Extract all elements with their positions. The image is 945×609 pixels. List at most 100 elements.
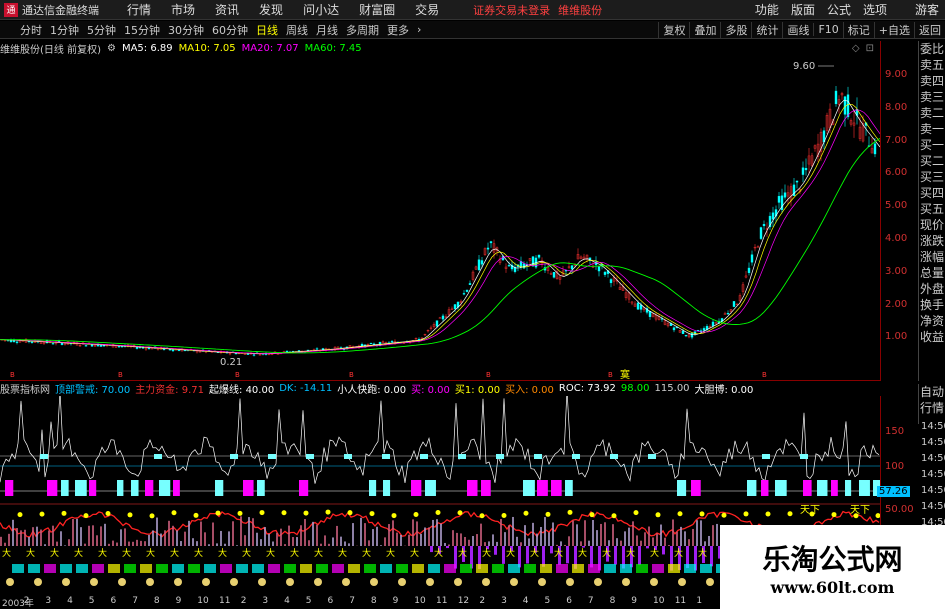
- menu-options[interactable]: 选项: [857, 1, 893, 18]
- settings-gear-icon[interactable]: ⚙: [107, 43, 116, 54]
- sidebar-quote-item[interactable]: 买二: [919, 153, 945, 169]
- volume-bar: [204, 532, 206, 546]
- coin-icon: [6, 578, 14, 586]
- expand-icon[interactable]: ⊡: [866, 43, 874, 54]
- period-daily[interactable]: 日线: [252, 22, 282, 38]
- period-monthly[interactable]: 月线: [312, 22, 342, 38]
- low-price-label: 0.21: [220, 357, 242, 368]
- volume-bar: [716, 523, 718, 546]
- overlay-button[interactable]: 叠加: [689, 21, 720, 38]
- coin-icon: [286, 578, 294, 586]
- volume-bar: [120, 529, 122, 546]
- signal-glyph: 大: [314, 547, 323, 559]
- fund-dot: [369, 511, 375, 517]
- signal-marker: B: [486, 371, 491, 379]
- add-watchlist-button[interactable]: +自选: [873, 21, 914, 38]
- menu-quotes[interactable]: 行情: [117, 1, 161, 18]
- sidebar-quote-item[interactable]: 收益: [919, 329, 945, 345]
- volume-bar: [632, 521, 634, 546]
- menu-news[interactable]: 资讯: [205, 1, 249, 18]
- back-button[interactable]: 返回: [914, 21, 945, 38]
- volume-bar: [24, 529, 26, 546]
- volume-bar: [608, 540, 610, 546]
- sidebar-auto-item[interactable]: 自动: [919, 384, 945, 400]
- volume-bar: [432, 519, 434, 546]
- candle-body: [468, 283, 472, 285]
- mark-button[interactable]: 标记: [842, 21, 874, 38]
- signal-block: [636, 564, 648, 573]
- sidebar-quote-item[interactable]: 卖一: [919, 121, 945, 137]
- period-timeshare[interactable]: 分时: [16, 22, 46, 38]
- price-axis-label: 9.00: [885, 69, 908, 80]
- volume-bar: [500, 519, 502, 546]
- period-15min[interactable]: 15分钟: [120, 22, 164, 38]
- period-multi[interactable]: 多周期: [342, 22, 383, 38]
- menu-layout[interactable]: 版面: [785, 1, 821, 18]
- date-label: 7: [587, 596, 594, 606]
- sidebar-quote-item[interactable]: 卖四: [919, 73, 945, 89]
- login-warning[interactable]: 证券交易未登录: [473, 2, 550, 18]
- sidebar-quote-item[interactable]: 卖五: [919, 57, 945, 73]
- indicator-name[interactable]: 股票指标网: [0, 381, 50, 396]
- signal-block: [588, 564, 600, 573]
- candle-body: [171, 349, 175, 352]
- f10-button[interactable]: F10: [813, 23, 842, 36]
- purple-bar: [502, 546, 505, 564]
- sidebar-quote-item[interactable]: 买一: [919, 137, 945, 153]
- sidebar-quote-item[interactable]: 外盘: [919, 281, 945, 297]
- menu-formula[interactable]: 公式: [821, 1, 857, 18]
- period-5min[interactable]: 5分钟: [83, 22, 120, 38]
- volume-bar: [168, 520, 170, 546]
- volume-bar: [308, 540, 310, 546]
- candle-body: [486, 247, 490, 250]
- volume-bar: [84, 543, 86, 546]
- period-more[interactable]: 更多: [383, 22, 413, 38]
- menu-function[interactable]: 功能: [749, 1, 785, 18]
- ma20-value: MA20: 7.07: [241, 43, 299, 54]
- ma60-value: MA60: 7.45: [304, 43, 362, 54]
- adjust-button[interactable]: 复权: [658, 21, 689, 38]
- volume-bar: [424, 527, 426, 546]
- stats-button[interactable]: 统计: [751, 21, 782, 38]
- coin-icon: [174, 578, 182, 586]
- sidebar-quote-item[interactable]: 现价: [919, 217, 945, 233]
- signal-block: [508, 564, 520, 573]
- price-chart[interactable]: 9.600.21寞B B B B B B B: [0, 56, 880, 381]
- period-60min[interactable]: 60分钟: [208, 22, 252, 38]
- sidebar-quote-item[interactable]: 净资: [919, 313, 945, 329]
- explode-line: 起爆线: 40.00: [209, 385, 275, 396]
- sidebar-quote-item[interactable]: 买三: [919, 169, 945, 185]
- candle-body: [750, 254, 754, 263]
- fund-dot: [655, 512, 661, 518]
- multi-stock-button[interactable]: 多股: [720, 21, 751, 38]
- period-30min[interactable]: 30分钟: [164, 22, 208, 38]
- period-weekly[interactable]: 周线: [282, 22, 312, 38]
- signal-block: [316, 564, 328, 573]
- menu-market[interactable]: 市场: [161, 1, 205, 18]
- sidebar-quote-item[interactable]: 换手: [919, 297, 945, 313]
- sidebar-quote-item[interactable]: 买四: [919, 185, 945, 201]
- draw-line-button[interactable]: 画线: [782, 21, 813, 38]
- period-1min[interactable]: 1分钟: [46, 22, 83, 38]
- diamond-icon[interactable]: ◇: [852, 43, 860, 54]
- user-guest[interactable]: 游客: [909, 1, 945, 18]
- purple-bar: [582, 546, 585, 548]
- indicator-cyan-mark: [382, 454, 390, 459]
- menu-ask[interactable]: 问小达: [293, 1, 349, 18]
- roc-value: ROC: 73.92: [558, 383, 616, 394]
- sidebar-auto-item[interactable]: 行情: [919, 400, 945, 416]
- sidebar-quote-item[interactable]: 涨幅: [919, 249, 945, 265]
- sidebar-quote-item[interactable]: 总量: [919, 265, 945, 281]
- signal-marker: B: [235, 371, 240, 379]
- chevron-right-icon[interactable]: ›: [413, 23, 425, 36]
- menu-trade[interactable]: 交易: [405, 1, 449, 18]
- sidebar-quote-item[interactable]: 委比: [919, 41, 945, 57]
- menu-wealth[interactable]: 财富圈: [349, 1, 405, 18]
- purple-bar: [566, 546, 569, 564]
- sidebar-quote-item[interactable]: 卖三: [919, 89, 945, 105]
- date-label: 7: [349, 596, 355, 606]
- menu-discover[interactable]: 发现: [249, 1, 293, 18]
- sidebar-quote-item[interactable]: 买五: [919, 201, 945, 217]
- sidebar-quote-item[interactable]: 涨跌: [919, 233, 945, 249]
- sidebar-quote-item[interactable]: 卖二: [919, 105, 945, 121]
